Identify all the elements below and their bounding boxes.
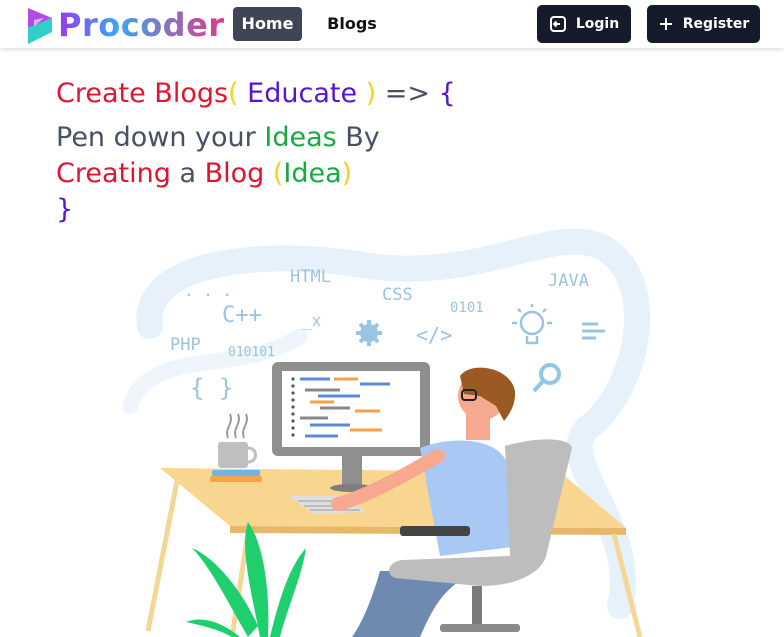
braces-label: { } <box>190 374 233 402</box>
developer-illustration: HTML CSS JAVA C++ PHP 010101 0101 </> { … <box>122 228 650 637</box>
hero-text: a <box>170 158 205 189</box>
plus-icon <box>659 18 672 30</box>
plant <box>186 522 306 637</box>
nav-home-link[interactable]: Home <box>233 7 302 41</box>
text-lines-icon <box>582 322 605 340</box>
html-label: HTML <box>290 267 331 287</box>
logo-icon <box>28 8 52 44</box>
php-label: PHP <box>170 335 201 355</box>
hero-line-3: Creating a Blog (Idea) <box>56 158 352 189</box>
hero-paren: ) <box>341 158 353 189</box>
java-label: JAVA <box>548 271 589 291</box>
hero-text: Educate <box>238 78 366 109</box>
hero-line-2: Pen down your Ideas By <box>56 122 380 153</box>
brand-logo[interactable]: Procoder <box>26 4 225 46</box>
cpp-label: C++ <box>222 303 262 328</box>
login-icon <box>549 16 566 32</box>
hero-paren: ) <box>365 78 377 109</box>
dots-label: . . . <box>184 281 232 300</box>
hero-text: Ideas <box>264 122 337 153</box>
hero-text: By <box>336 122 380 153</box>
login-label: Login <box>575 16 620 32</box>
dash-label: _x <box>302 311 322 330</box>
brand-name: Procoder <box>58 6 225 44</box>
hero-text: Creating <box>56 158 171 189</box>
hero-text: Create Blogs <box>56 78 229 109</box>
navbar: Procoder Home Blogs Login Register <box>0 0 784 48</box>
hero-line-1: Create Blogs( Educate ) => { <box>56 78 456 109</box>
magnifier-icon <box>532 363 561 393</box>
login-button[interactable]: Login <box>537 5 631 43</box>
nav-blogs-link[interactable]: Blogs <box>322 7 382 41</box>
css-label: CSS <box>382 285 413 305</box>
hero-text: Idea <box>283 158 342 189</box>
register-button[interactable]: Register <box>647 5 760 43</box>
gear-icon <box>356 320 382 346</box>
hero-arrow: => <box>376 78 439 109</box>
binary-label: 0101 <box>450 300 484 316</box>
hero-text: Pen down your <box>56 122 265 153</box>
hero-brace: } <box>56 194 74 225</box>
register-label: Register <box>682 16 750 32</box>
books-and-cup <box>210 413 262 488</box>
binary-label: 010101 <box>228 345 275 360</box>
hero-brace: { <box>438 78 456 109</box>
hero-text: Blog <box>204 158 265 189</box>
hero-paren: ( <box>228 78 239 109</box>
hero-line-4: } <box>56 194 73 225</box>
hero-paren: ( <box>264 158 284 189</box>
tag-label: </> <box>416 323 452 347</box>
lightbulb-icon <box>512 304 552 345</box>
